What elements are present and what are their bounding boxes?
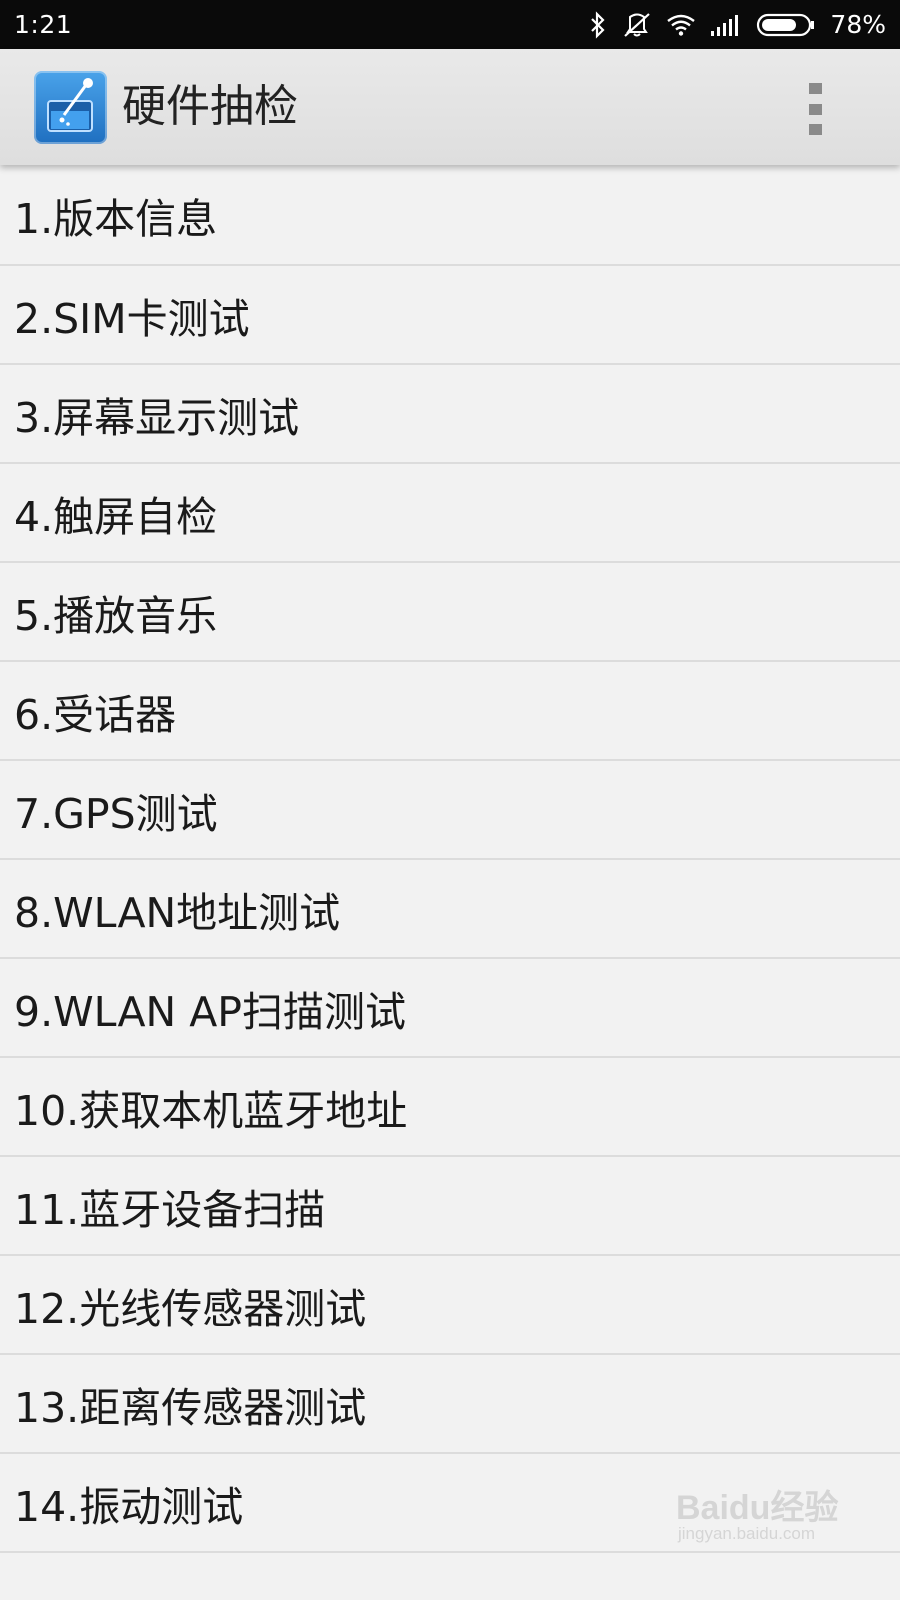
watermark-brand: Baidu经验: [676, 1489, 839, 1527]
menu-dot: [808, 103, 822, 115]
action-bar: 硬件抽检: [0, 49, 900, 165]
list-item-sim-card-test[interactable]: 2.SIM卡测试: [0, 266, 900, 365]
menu-dot: [808, 124, 822, 135]
list-item-version-info[interactable]: 1.版本信息: [0, 165, 900, 266]
status-bar: 1:21 78%: [0, 0, 900, 49]
watermark-url: jingyan.baidu.com: [678, 1524, 816, 1543]
list-item-gps-test[interactable]: 7.GPS测试: [0, 761, 900, 860]
signal-icon: [710, 13, 742, 37]
wifi-icon: [666, 13, 696, 37]
test-menu-list: 1.版本信息 2.SIM卡测试 3.屏幕显示测试 4.触屏自检 5.播放音乐 6…: [0, 165, 900, 1553]
list-item-touchscreen-self-test[interactable]: 4.触屏自检: [0, 464, 900, 563]
list-item-bluetooth-scan[interactable]: 11.蓝牙设备扫描: [0, 1157, 900, 1256]
list-item-receiver[interactable]: 6.受话器: [0, 662, 900, 761]
list-item-play-music[interactable]: 5.播放音乐: [0, 563, 900, 662]
overflow-menu-icon[interactable]: [800, 79, 830, 139]
list-item-bluetooth-address[interactable]: 10.获取本机蓝牙地址: [0, 1058, 900, 1157]
page-title: 硬件抽检: [122, 81, 298, 132]
battery-percent: 78%: [830, 10, 886, 39]
menu-dot: [808, 83, 822, 94]
list-item-light-sensor-test[interactable]: 12.光线传感器测试: [0, 1256, 900, 1355]
watermark: Baidu经验 jingyan.baidu.com: [676, 1472, 876, 1552]
bluetooth-icon: [588, 10, 608, 39]
list-item-proximity-sensor-test[interactable]: 13.距离传感器测试: [0, 1355, 900, 1454]
battery-icon: [756, 12, 816, 38]
status-time: 1:21: [14, 10, 73, 39]
hardware-test-app-icon: [34, 71, 107, 144]
vibrate-icon: [622, 11, 652, 39]
list-item-wlan-address-test[interactable]: 8.WLAN地址测试: [0, 860, 900, 959]
status-icons: 78%: [588, 10, 886, 39]
list-item-screen-display-test[interactable]: 3.屏幕显示测试: [0, 365, 900, 464]
list-item-wlan-ap-scan-test[interactable]: 9.WLAN AP扫描测试: [0, 959, 900, 1058]
